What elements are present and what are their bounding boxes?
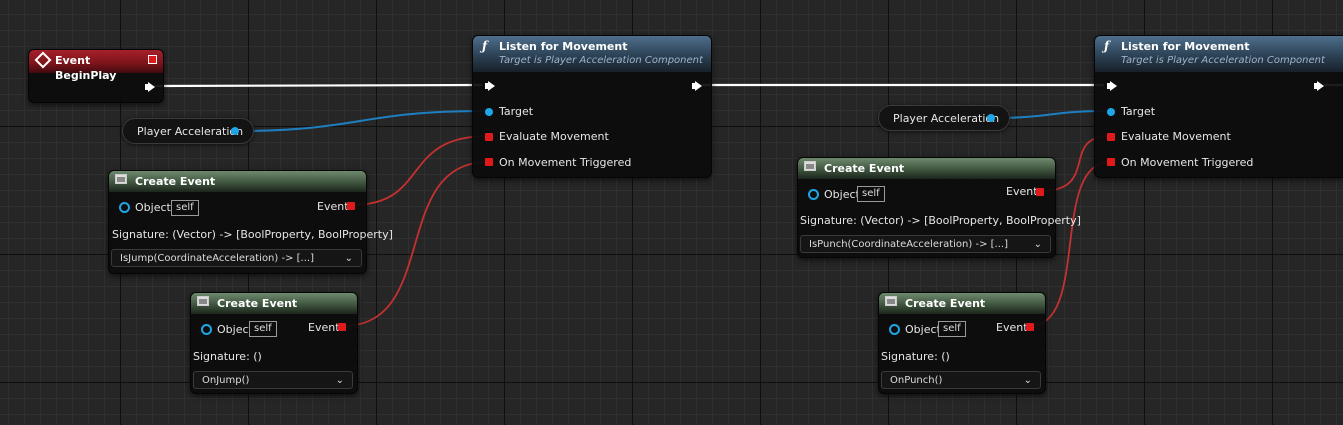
event-diamond-icon xyxy=(34,51,52,69)
variable-output-pin[interactable] xyxy=(231,127,239,135)
function-icon: ƒ xyxy=(1104,39,1110,53)
chevron-down-icon: ⌄ xyxy=(1033,239,1042,250)
object-pin[interactable] xyxy=(808,189,819,200)
function-dropdown-value: IsPunch(CoordinateAcceleration) -> [...] xyxy=(809,239,1008,250)
object-label: Object xyxy=(824,188,860,201)
chevron-down-icon: ⌄ xyxy=(344,253,353,264)
create-event-icon xyxy=(885,296,897,306)
create-event-node[interactable]: Create Event Object self Event Signature… xyxy=(878,292,1046,394)
on-movement-triggered-label: On Movement Triggered xyxy=(1121,156,1254,169)
create-event-header: Create Event xyxy=(798,158,1055,179)
evaluate-movement-label: Evaluate Movement xyxy=(499,130,609,143)
exec-wire xyxy=(153,83,483,88)
function-title: Listen for Movement xyxy=(1121,40,1250,53)
create-event-icon xyxy=(804,161,816,171)
listen-for-movement-node[interactable]: ƒ Listen for Movement Target is Player A… xyxy=(1094,35,1343,178)
player-acceleration-variable[interactable]: Player Acceleration xyxy=(878,105,1010,131)
signature-text: Signature: () xyxy=(193,350,262,363)
event-output-pin[interactable] xyxy=(347,202,355,210)
create-event-node[interactable]: Create Event Object self Event Signature… xyxy=(797,157,1081,258)
function-dropdown[interactable]: IsJump(CoordinateAcceleration) -> [...] … xyxy=(111,249,362,267)
event-output-label: Event xyxy=(317,200,349,213)
variable-output-pin[interactable] xyxy=(987,114,995,122)
evaluate-movement-pin[interactable] xyxy=(1107,133,1115,141)
create-event-title: Create Event xyxy=(135,175,216,188)
on-movement-triggered-pin[interactable] xyxy=(1107,158,1115,166)
create-event-header: Create Event xyxy=(109,171,366,192)
function-dropdown[interactable]: IsPunch(CoordinateAcceleration) -> [...]… xyxy=(800,235,1051,253)
delegate-output-icon[interactable] xyxy=(148,55,157,64)
function-dropdown-value: IsJump(CoordinateAcceleration) -> [...] xyxy=(120,253,314,264)
function-icon: ƒ xyxy=(482,39,488,53)
function-header: ƒ Listen for Movement Target is Player A… xyxy=(1095,36,1343,72)
function-dropdown[interactable]: OnPunch() ⌄ xyxy=(881,371,1041,389)
exec-output-pin[interactable] xyxy=(692,81,702,91)
variable-label: Player Acceleration xyxy=(893,112,1000,125)
evaluate-movement-pin[interactable] xyxy=(485,133,493,141)
event-beginplay-node[interactable]: Event BeginPlay xyxy=(28,49,164,103)
object-self-input[interactable]: self xyxy=(938,321,966,337)
delegate-wire xyxy=(351,135,489,206)
create-event-icon xyxy=(115,174,127,184)
event-output-label: Event xyxy=(308,321,340,334)
chevron-down-icon: ⌄ xyxy=(335,375,344,386)
function-header: ƒ Listen for Movement Target is Player A… xyxy=(473,36,711,72)
function-title: Listen for Movement xyxy=(499,40,628,53)
create-event-icon xyxy=(197,296,209,306)
object-self-input[interactable]: self xyxy=(857,186,885,202)
chevron-down-icon: ⌄ xyxy=(1023,375,1032,386)
evaluate-movement-label: Evaluate Movement xyxy=(1121,130,1231,143)
exec-output-pin[interactable] xyxy=(1314,81,1324,91)
on-movement-triggered-pin[interactable] xyxy=(485,158,493,166)
exec-input-pin[interactable] xyxy=(485,81,495,91)
event-output-label: Event xyxy=(1006,185,1038,198)
create-event-node[interactable]: Create Event Object self Event Signature… xyxy=(108,170,393,274)
object-pin[interactable] xyxy=(119,202,130,213)
on-movement-triggered-label: On Movement Triggered xyxy=(499,156,632,169)
function-dropdown-value: OnJump() xyxy=(202,375,250,386)
target-label: Target xyxy=(499,105,534,118)
object-wire xyxy=(235,110,485,132)
event-output-pin[interactable] xyxy=(1026,323,1034,331)
create-event-title: Create Event xyxy=(824,162,905,175)
event-header: Event BeginPlay xyxy=(29,50,163,82)
event-output-pin[interactable] xyxy=(1036,188,1044,196)
target-pin[interactable] xyxy=(485,108,493,116)
signature-text: Signature: (Vector) -> [BoolProperty, Bo… xyxy=(112,228,393,241)
create-event-node[interactable]: Create Event Object self Event Signature… xyxy=(190,292,358,394)
exec-output-pin[interactable] xyxy=(145,82,155,92)
object-self-input[interactable]: self xyxy=(249,321,277,337)
object-pin[interactable] xyxy=(889,324,900,335)
create-event-title: Create Event xyxy=(217,297,298,310)
create-event-header: Create Event xyxy=(191,293,357,314)
player-acceleration-variable[interactable]: Player Acceleration xyxy=(122,118,254,144)
variable-label: Player Acceleration xyxy=(137,125,244,138)
function-dropdown-value: OnPunch() xyxy=(890,375,943,386)
object-label: Object xyxy=(217,323,253,336)
create-event-title: Create Event xyxy=(905,297,986,310)
exec-input-pin[interactable] xyxy=(1107,81,1117,91)
event-title: Event BeginPlay xyxy=(55,54,117,82)
create-event-header: Create Event xyxy=(879,293,1045,314)
function-subtitle: Target is Player Acceleration Component xyxy=(499,55,703,66)
target-label: Target xyxy=(1121,105,1156,118)
function-subtitle: Target is Player Acceleration Component xyxy=(1121,55,1325,66)
object-pin[interactable] xyxy=(201,324,212,335)
signature-text: Signature: () xyxy=(881,350,950,363)
function-dropdown[interactable]: OnJump() ⌄ xyxy=(193,371,353,389)
listen-for-movement-node[interactable]: ƒ Listen for Movement Target is Player A… xyxy=(472,35,712,178)
object-self-input[interactable]: self xyxy=(171,200,199,216)
event-output-pin[interactable] xyxy=(338,323,346,331)
target-pin[interactable] xyxy=(1107,108,1115,116)
object-label: Object xyxy=(135,201,171,214)
object-label: Object xyxy=(905,323,941,336)
signature-text: Signature: (Vector) -> [BoolProperty, Bo… xyxy=(800,214,1081,227)
event-output-label: Event xyxy=(996,321,1028,334)
